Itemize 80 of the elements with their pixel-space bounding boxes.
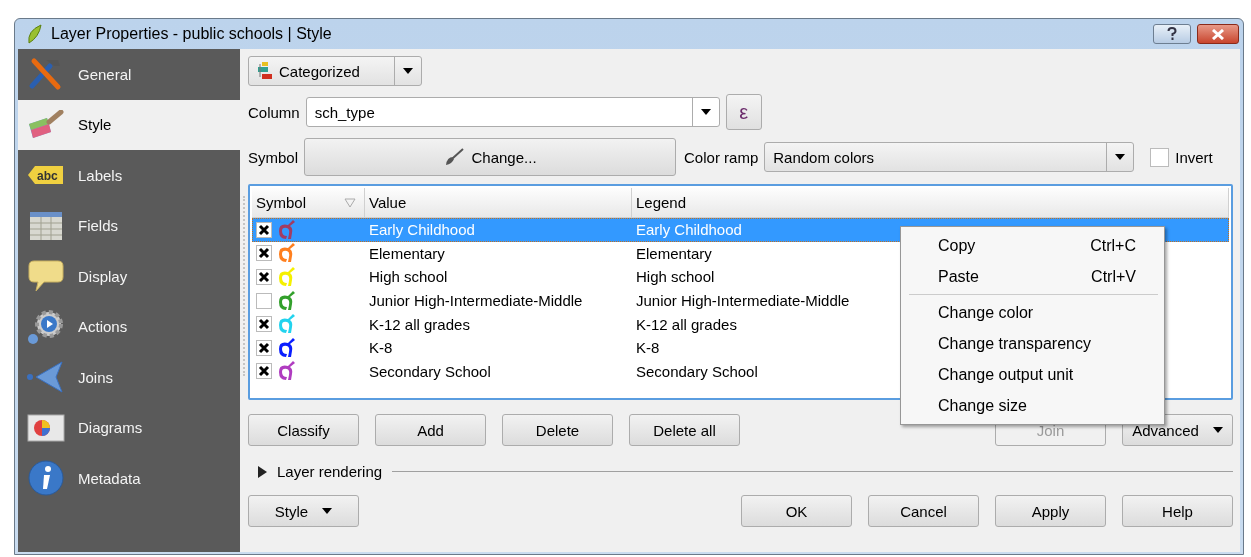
push-button[interactable]: Apply: [995, 495, 1106, 527]
push-button[interactable]: OK: [741, 495, 852, 527]
push-button[interactable]: Delete all: [629, 414, 740, 446]
table-cell: Junior High-Intermediate-Middle: [636, 292, 850, 310]
table-cell: Early Childhood: [636, 221, 742, 239]
paintbrush-icon: [27, 109, 65, 140]
sort-icon: [344, 197, 356, 208]
menu-item[interactable]: Paste Ctrl+V: [901, 261, 1164, 292]
checkbox[interactable]: [256, 292, 272, 309]
sidebar-item[interactable]: Diagrams: [18, 402, 240, 453]
table-icon: [29, 210, 63, 241]
pie-chart-icon: [27, 412, 65, 443]
caret-icon: [1212, 427, 1223, 433]
push-button[interactable]: Delete: [502, 414, 613, 446]
expression-button[interactable]: ε: [725, 94, 762, 130]
table-cell: K-8: [636, 339, 660, 357]
push-button[interactable]: Cancel: [868, 495, 979, 527]
menu-item[interactable]: Change output unit: [901, 359, 1164, 390]
caret-icon: [403, 68, 413, 74]
table-cell[interactable]: Junior High-Intermediate-Middle: [365, 292, 632, 310]
section-title[interactable]: Layer rendering: [277, 463, 383, 480]
checkbox[interactable]: [256, 221, 272, 238]
checkbox[interactable]: [256, 363, 272, 380]
collapsed-arrow-icon[interactable]: [258, 465, 267, 478]
leaf-icon: [25, 23, 45, 45]
dropdown-button[interactable]: Style: [248, 495, 359, 527]
window-title: Layer Properties - public schools | Style: [51, 25, 333, 43]
left-arrow-icon: [26, 360, 66, 395]
table-cell[interactable]: High school: [365, 268, 632, 286]
menu-item[interactable]: Change color: [901, 297, 1164, 328]
renderer-dropdown[interactable]: Categorized: [248, 56, 422, 86]
abc-tag-icon: abc: [28, 165, 64, 186]
sidebar-item[interactable]: Style: [18, 99, 240, 150]
push-button[interactable]: Add: [375, 414, 486, 446]
categories-icon: [257, 61, 273, 81]
sidebar-item[interactable]: abc Labels: [18, 150, 240, 201]
info-icon: [27, 459, 65, 498]
table-cell: High school: [636, 268, 715, 286]
sidebar-item[interactable]: Fields: [18, 200, 240, 251]
invert-label: Invert: [1175, 148, 1213, 166]
sidebar-item[interactable]: Actions: [18, 301, 240, 352]
caret-icon: [322, 508, 333, 514]
close-icon: [1211, 28, 1225, 40]
brush-icon: [443, 148, 464, 166]
column-header[interactable]: Symbol: [252, 188, 365, 217]
column-header[interactable]: Legend: [632, 188, 1229, 217]
sidebar-item[interactable]: Display: [18, 251, 240, 302]
table-cell: Elementary: [636, 244, 712, 262]
checkbox[interactable]: [256, 269, 272, 285]
checkbox[interactable]: [256, 245, 272, 262]
menu-item[interactable]: Change transparency: [901, 328, 1164, 359]
help-button[interactable]: [1153, 24, 1191, 44]
menu-item[interactable]: Copy Ctrl+C: [901, 230, 1164, 261]
change-symbol-button[interactable]: Change...: [304, 138, 677, 176]
invert-checkbox[interactable]: [1150, 147, 1170, 167]
column-header[interactable]: Value: [365, 188, 632, 217]
table-cell[interactable]: Secondary School: [365, 362, 632, 380]
table-cell[interactable]: K-8: [365, 339, 632, 357]
color-ramp-dropdown[interactable]: Random colors: [764, 142, 1135, 172]
table-cell: Secondary School: [636, 362, 758, 380]
column-combobox[interactable]: sch_type: [305, 97, 720, 127]
table-cell[interactable]: K-12 all grades: [365, 315, 632, 333]
table-cell[interactable]: Elementary: [365, 244, 632, 262]
sidebar-item[interactable]: Joins: [18, 352, 240, 403]
color-ramp-label: Color ramp: [684, 148, 759, 166]
caret-icon: [1115, 154, 1126, 160]
table-cell: K-12 all grades: [636, 315, 737, 333]
symbol-label: Symbol: [248, 148, 299, 166]
close-button[interactable]: [1197, 24, 1239, 44]
caret-icon: [700, 109, 711, 115]
gear-icon: [27, 308, 65, 345]
push-button[interactable]: Help: [1122, 495, 1233, 527]
sidebar-item[interactable]: Metadata: [18, 453, 240, 504]
speech-bubble-icon: [28, 259, 64, 294]
column-label: Column: [248, 103, 300, 121]
sidebar-item[interactable]: General: [18, 49, 240, 100]
checkbox[interactable]: [256, 316, 272, 333]
checkbox[interactable]: [256, 339, 272, 356]
help-icon: [1167, 27, 1177, 41]
push-button[interactable]: Classify: [248, 414, 359, 446]
